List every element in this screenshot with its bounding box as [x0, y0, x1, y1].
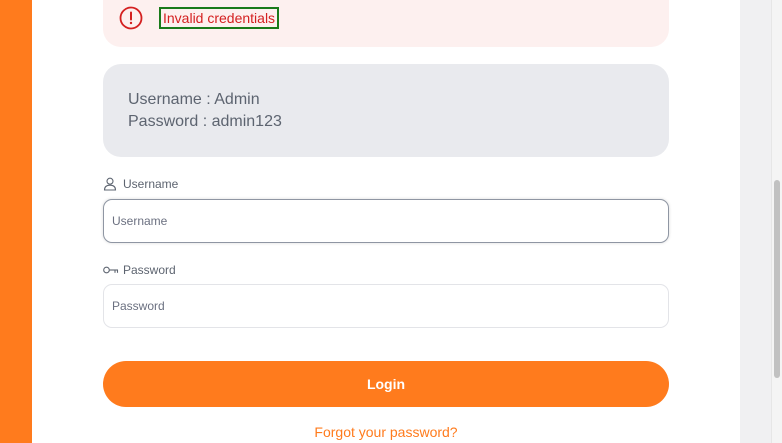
key-icon: [103, 263, 119, 277]
page-background: [740, 0, 771, 443]
brand-side-bar: [0, 0, 32, 443]
username-input[interactable]: [103, 199, 669, 243]
alert-message: Invalid credentials: [159, 7, 280, 29]
password-label-text: Password: [123, 263, 176, 277]
forgot-password-link[interactable]: Forgot your password?: [103, 424, 669, 440]
exclamation-circle-icon: [119, 6, 143, 30]
login-page: Invalid credentials Username : Admin Pas…: [0, 0, 782, 443]
password-label: Password: [103, 262, 176, 278]
username-label: Username: [103, 176, 178, 192]
username-label-text: Username: [123, 177, 179, 191]
password-input[interactable]: [103, 284, 669, 328]
scrollbar-thumb[interactable]: [774, 180, 780, 378]
demo-username-text: Username : Admin: [128, 91, 260, 108]
login-button[interactable]: Login: [103, 361, 669, 407]
demo-credentials-box: Username : Admin Password : admin123: [103, 64, 669, 157]
vertical-scrollbar[interactable]: [771, 0, 782, 443]
user-icon: [103, 177, 119, 191]
error-alert: Invalid credentials: [103, 0, 669, 47]
demo-password-text: Password : admin123: [128, 113, 282, 130]
